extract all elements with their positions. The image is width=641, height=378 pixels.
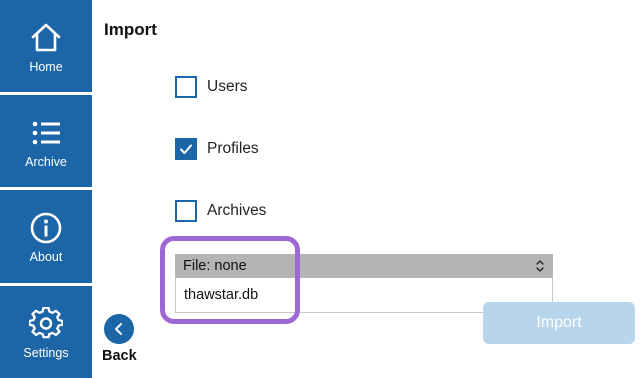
profiles-checkbox[interactable] [175, 138, 197, 160]
sidebar-item-archive[interactable]: Archive [0, 95, 92, 187]
archives-checkbox[interactable] [175, 200, 197, 222]
users-checkbox[interactable] [175, 76, 197, 98]
profiles-checkbox-label: Profiles [207, 140, 259, 157]
archives-checkbox-row[interactable]: Archives [175, 200, 266, 222]
sidebar-item-settings[interactable]: Settings [0, 286, 92, 378]
file-option-label: thawstar.db [184, 287, 259, 303]
list-icon [26, 113, 66, 153]
checkmark-icon [180, 144, 192, 154]
users-checkbox-row[interactable]: Users [175, 76, 247, 98]
chevron-up-down-icon [536, 260, 544, 272]
sidebar-item-home[interactable]: Home [0, 0, 92, 92]
back-label: Back [102, 348, 137, 364]
import-button[interactable]: Import [483, 302, 635, 344]
profiles-checkbox-row[interactable]: Profiles [175, 138, 259, 160]
back-circle[interactable] [104, 314, 135, 344]
archives-checkbox-label: Archives [207, 202, 267, 219]
info-icon [26, 208, 66, 248]
sidebar-item-label: Home [29, 60, 63, 74]
file-select-value: File: none [183, 258, 247, 274]
sidebar: Home Archive About Settings [0, 0, 92, 378]
gear-icon [26, 304, 66, 344]
sidebar-item-about[interactable]: About [0, 190, 92, 283]
page-title: Import [104, 20, 157, 39]
sidebar-item-label: Settings [23, 346, 69, 360]
sidebar-item-label: About [29, 250, 63, 264]
file-select-bar[interactable]: File: none [175, 254, 553, 278]
back-button[interactable]: Back [102, 314, 137, 364]
users-checkbox-label: Users [207, 78, 248, 95]
sidebar-item-label: Archive [25, 155, 67, 169]
chevron-left-icon [115, 323, 123, 335]
home-icon [26, 18, 66, 58]
